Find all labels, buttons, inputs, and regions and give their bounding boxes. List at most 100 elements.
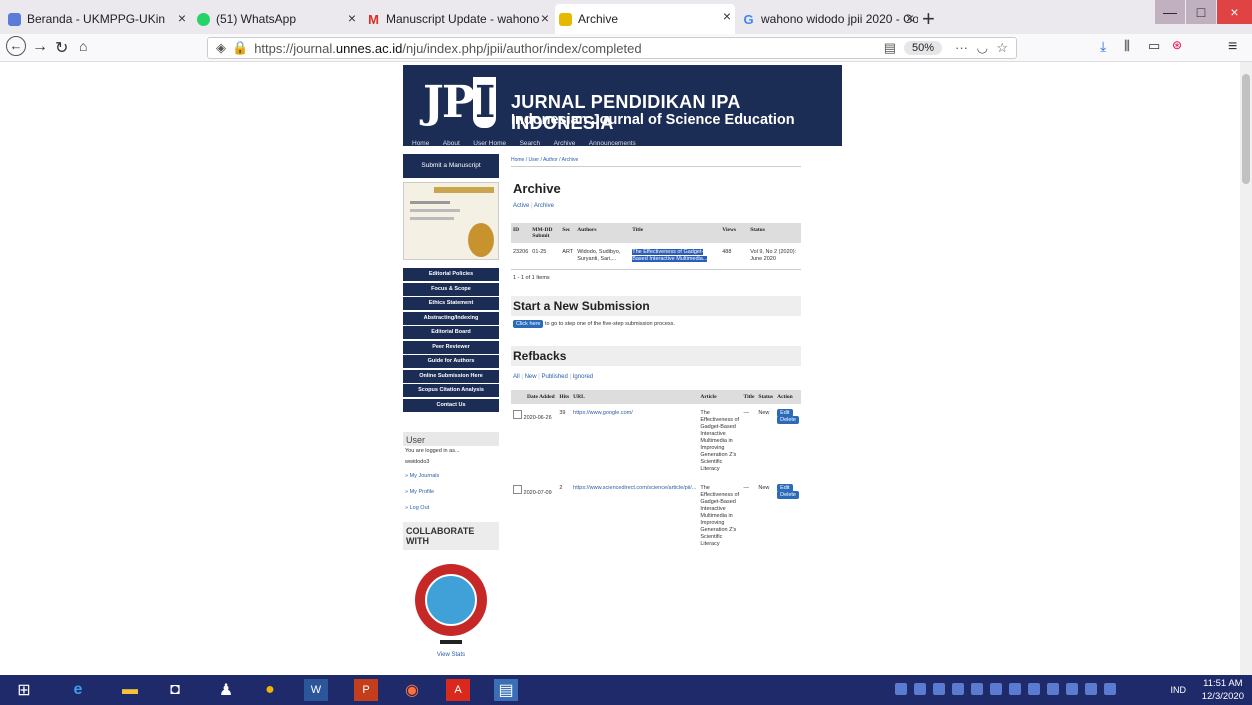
tray-app-icon[interactable]	[971, 683, 983, 695]
logged-in-text: You are logged in as...	[405, 448, 460, 454]
volume-icon[interactable]	[1028, 683, 1040, 695]
back-arrow-icon[interactable]: ←	[6, 36, 26, 56]
tray-app-icon[interactable]	[914, 683, 926, 695]
close-icon[interactable]: ×	[178, 10, 186, 26]
close-window-icon[interactable]: ×	[1217, 0, 1252, 24]
new-tab-plus-icon[interactable]: +	[922, 6, 935, 32]
menu-guide-for-authors[interactable]: Guide for Authors	[403, 355, 499, 368]
tray-app-icon[interactable]	[1009, 683, 1021, 695]
people-icon[interactable]: ♟	[214, 679, 238, 701]
keyboard-icon[interactable]	[895, 683, 907, 695]
tab-beranda[interactable]: Beranda - UKMPPG-UKin ×	[4, 6, 190, 32]
view-stats-link[interactable]: View Stats	[403, 652, 499, 658]
store-icon[interactable]: ◘	[163, 679, 187, 701]
close-icon[interactable]: ×	[906, 10, 914, 26]
language-indicator[interactable]: IND	[1171, 685, 1187, 695]
delete-button[interactable]: Delete	[777, 416, 799, 424]
col-date-added: Date Added	[511, 390, 558, 404]
nav-archive[interactable]: Archive	[554, 140, 576, 147]
network-icon[interactable]	[1066, 683, 1078, 695]
tab-whatsapp[interactable]: (51) WhatsApp ×	[193, 6, 360, 32]
firefox-icon[interactable]: ◉	[400, 679, 424, 701]
reload-icon[interactable]: ↻	[55, 38, 68, 58]
tray-app-icon[interactable]	[1047, 683, 1059, 695]
bookmark-star-icon[interactable]: ☆	[996, 40, 1008, 56]
filter-published[interactable]: Published	[542, 374, 568, 380]
clock[interactable]: 11:51 AM 12/3/2020	[1202, 677, 1244, 703]
reader-view-icon[interactable]: ▤	[884, 40, 896, 56]
menu-online-submission[interactable]: Online Submission Here	[403, 369, 499, 383]
tab-gmail[interactable]: M Manuscript Update - wahono ×	[363, 6, 553, 32]
menu-abstracting-indexing[interactable]: Abstracting/Indexing	[403, 311, 499, 325]
nav-home[interactable]: Home	[412, 140, 429, 147]
close-icon[interactable]: ×	[348, 10, 356, 26]
submissions-table: ID MM-DD Submit Sec Authors Title Views …	[511, 223, 801, 269]
filter-new[interactable]: New	[525, 374, 537, 380]
acrobat-icon[interactable]: A	[446, 679, 470, 701]
minimize-icon[interactable]: —	[1155, 0, 1185, 24]
counter-badge	[440, 640, 462, 644]
zoom-level[interactable]: 50%	[903, 41, 942, 55]
word-icon[interactable]: W	[304, 679, 328, 701]
pocket-icon[interactable]: ◡	[977, 40, 988, 56]
screenshot-tool-icon[interactable]: ▤	[494, 679, 518, 701]
tray-app-icon[interactable]	[990, 683, 1002, 695]
nav-search[interactable]: Search	[520, 140, 541, 147]
wifi-icon[interactable]	[1085, 683, 1097, 695]
maximize-icon[interactable]: □	[1186, 0, 1216, 24]
windows-start-icon[interactable]: ⊞	[12, 679, 36, 701]
log-out-link[interactable]: » Log Out	[403, 500, 499, 516]
submit-manuscript-button[interactable]: Submit a Manuscript	[403, 154, 499, 178]
tab-archive[interactable]: Archive ×	[555, 4, 735, 34]
menu-icon[interactable]: ≡	[1228, 38, 1237, 56]
scrollbar-thumb[interactable]	[1242, 74, 1250, 184]
delete-button[interactable]: Delete	[777, 491, 799, 499]
journal-header: JPI JURNAL PENDIDIKAN IPA INDONESIA Indo…	[403, 65, 842, 133]
my-profile-link[interactable]: » My Profile	[403, 484, 499, 500]
extension-icon[interactable]: ⊛	[1172, 38, 1182, 52]
menu-editorial-board[interactable]: Editorial Board	[403, 326, 499, 339]
internet-explorer-icon[interactable]: e	[66, 679, 90, 701]
bluetooth-icon[interactable]	[933, 683, 945, 695]
file-explorer-icon[interactable]: ▬	[118, 679, 142, 701]
forward-arrow-icon[interactable]: →	[32, 38, 48, 56]
home-icon[interactable]: ⌂	[79, 38, 87, 54]
tab-google[interactable]: G wahono widodo jpii 2020 - Go ×	[738, 6, 918, 32]
click-here-button[interactable]: Click here	[513, 320, 544, 328]
nav-about[interactable]: About	[443, 140, 460, 147]
select-checkbox[interactable]	[513, 410, 522, 419]
menu-contact-us[interactable]: Contact Us	[403, 398, 499, 412]
nav-user-home[interactable]: User Home	[473, 140, 506, 147]
menu-peer-reviewer[interactable]: Peer Reviewer	[403, 340, 499, 354]
more-icon[interactable]: ···	[955, 40, 968, 55]
cell-url-link[interactable]: https://www.google.com/	[571, 404, 698, 479]
cell-title: —	[743, 410, 750, 416]
menu-scopus-citation[interactable]: Scopus Citation Analysis	[403, 384, 499, 397]
download-icon[interactable]: ⤓	[1100, 38, 1106, 55]
my-journals-link[interactable]: » My Journals	[403, 468, 499, 484]
archive-link[interactable]: Archive	[534, 203, 554, 209]
menu-editorial-policies[interactable]: Editorial Policies	[403, 268, 499, 281]
battery-icon[interactable]	[1104, 683, 1116, 695]
menu-focus-scope[interactable]: Focus & Scope	[403, 282, 499, 296]
breadcrumb[interactable]: Home / User / Author / Archive	[511, 154, 801, 167]
sidebar-icon[interactable]: ▭	[1148, 38, 1160, 54]
cell-url-link[interactable]: https://www.sciencedirect.com/science/ar…	[571, 479, 698, 554]
cell-status[interactable]: Vol 9, No 2 (2020): June 2020	[748, 243, 801, 269]
library-icon[interactable]: ⫼	[1124, 38, 1130, 54]
chrome-icon[interactable]: ●	[258, 679, 282, 701]
close-icon[interactable]: ×	[723, 8, 731, 24]
menu-ethics-statement[interactable]: Ethics Statement	[403, 297, 499, 310]
submission-title-link[interactable]: The Effectiveness of Gadget-Based Intera…	[632, 249, 708, 262]
select-checkbox[interactable]	[513, 485, 522, 494]
filter-all[interactable]: All	[513, 374, 520, 380]
close-icon[interactable]: ×	[541, 10, 549, 26]
cell-authors: Widodo, Sudibyo, Suryanti, Sari,...	[577, 249, 621, 262]
nav-announcements[interactable]: Announcements	[589, 140, 636, 147]
tray-app-icon[interactable]	[952, 683, 964, 695]
url-bar[interactable]: ◈ 🔒 https://journal. unnes.ac.id/nju/inde…	[207, 37, 1017, 59]
powerpoint-icon[interactable]: P	[354, 679, 378, 701]
active-link[interactable]: Active	[513, 203, 529, 209]
filter-ignored[interactable]: Ignored	[573, 374, 593, 380]
scrollbar[interactable]	[1240, 62, 1252, 675]
